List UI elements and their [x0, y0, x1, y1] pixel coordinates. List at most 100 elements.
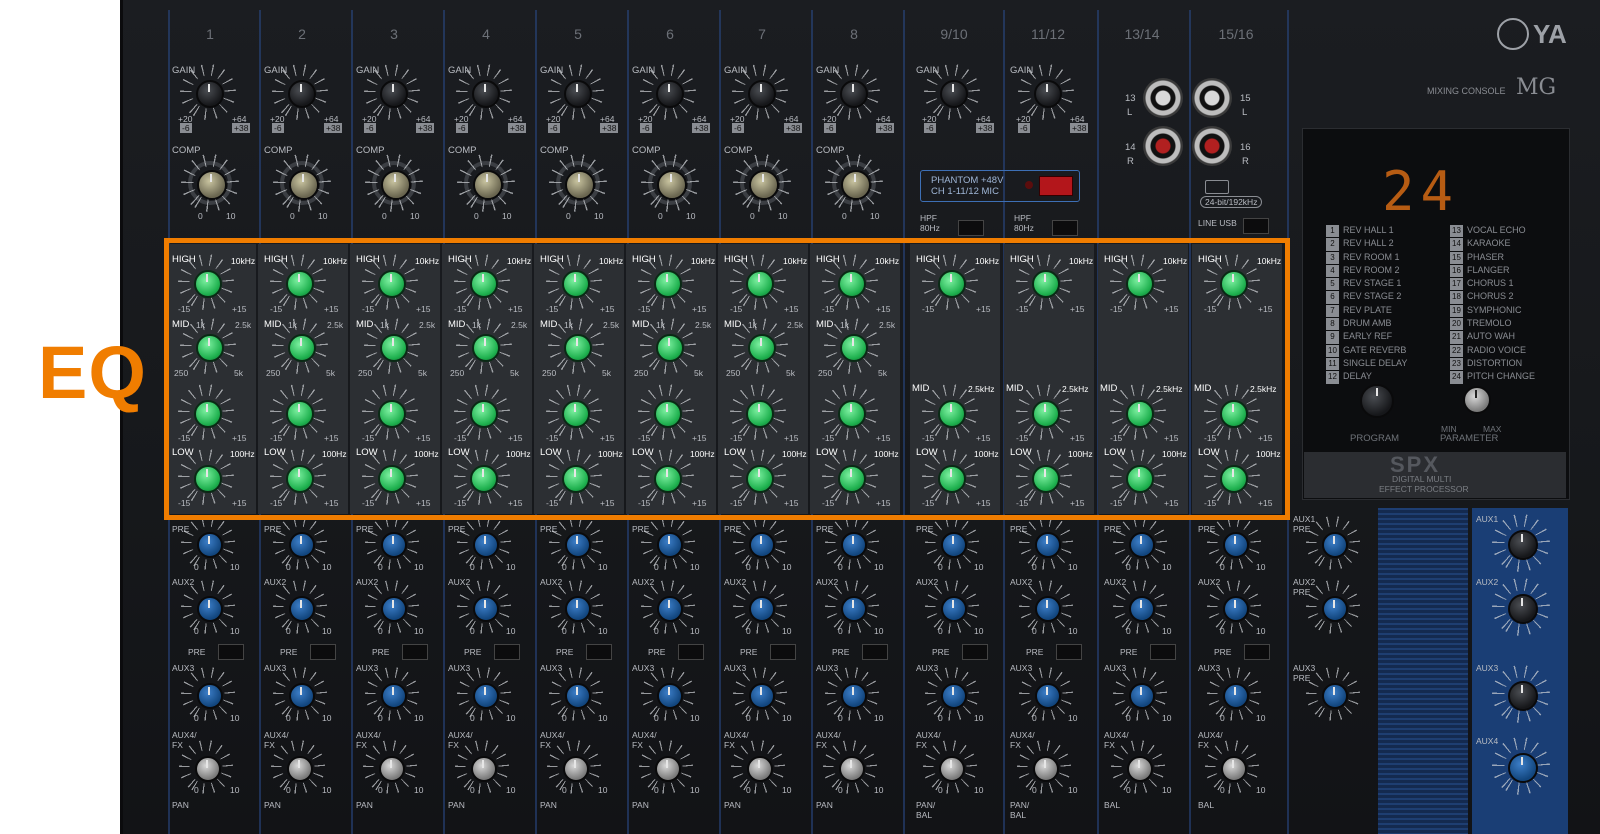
input-jack-14[interactable]	[1143, 126, 1183, 166]
master-aux2-knob[interactable]	[1322, 596, 1348, 622]
aux1-knob[interactable]	[473, 532, 499, 558]
aux2-knob[interactable]	[1129, 596, 1155, 622]
pre-switch[interactable]	[1244, 644, 1270, 660]
aux1-knob[interactable]	[381, 532, 407, 558]
input-jack-16[interactable]	[1192, 126, 1232, 166]
spx-program-item: 14 KARAOKE	[1450, 237, 1535, 251]
comp-knob[interactable]	[565, 170, 595, 200]
aux1-knob[interactable]	[749, 532, 775, 558]
aux3-knob[interactable]	[381, 683, 407, 709]
comp-knob[interactable]	[841, 170, 871, 200]
parameter-knob[interactable]	[1463, 386, 1491, 414]
comp-knob-pointer	[302, 174, 304, 182]
input-jack-15[interactable]	[1192, 78, 1232, 118]
gain-knob[interactable]	[748, 80, 776, 108]
pre-switch[interactable]	[1056, 644, 1082, 660]
aux3-knob[interactable]	[1223, 683, 1249, 709]
aux3-knob[interactable]	[565, 683, 591, 709]
aux3-knob[interactable]	[941, 683, 967, 709]
gain-knob[interactable]	[288, 80, 316, 108]
aux3-knob[interactable]	[841, 683, 867, 709]
aux4fx-knob[interactable]	[287, 756, 313, 782]
aux1-knob[interactable]	[1129, 532, 1155, 558]
input-jack-13[interactable]	[1143, 78, 1183, 118]
aux3-knob[interactable]	[473, 683, 499, 709]
pre-switch[interactable]	[962, 644, 988, 660]
aux3-knob[interactable]	[1129, 683, 1155, 709]
aux3-knob[interactable]	[289, 683, 315, 709]
program-knob[interactable]	[1360, 384, 1394, 418]
comp-knob[interactable]	[197, 170, 227, 200]
aux4fx-knob[interactable]	[1127, 756, 1153, 782]
pre-switch[interactable]	[402, 644, 428, 660]
pre-switch[interactable]	[862, 644, 888, 660]
aux4fx-knob[interactable]	[379, 756, 405, 782]
aux1-knob[interactable]	[197, 532, 223, 558]
aux1-knob[interactable]	[289, 532, 315, 558]
gain-knob[interactable]	[940, 80, 968, 108]
comp-knob[interactable]	[381, 170, 411, 200]
aux4fx-knob[interactable]	[563, 756, 589, 782]
comp-knob[interactable]	[657, 170, 687, 200]
pre-switch[interactable]	[678, 644, 704, 660]
aux4fx-knob[interactable]	[839, 756, 865, 782]
aux1-knob[interactable]	[565, 532, 591, 558]
aux2-knob[interactable]	[565, 596, 591, 622]
aux4fx-knob[interactable]	[747, 756, 773, 782]
comp-knob[interactable]	[473, 170, 503, 200]
send-aux4-knob[interactable]	[1508, 753, 1538, 783]
gain-knob[interactable]	[472, 80, 500, 108]
aux1-knob[interactable]	[941, 532, 967, 558]
gain-knob[interactable]	[564, 80, 592, 108]
aux2-knob[interactable]	[473, 596, 499, 622]
aux4fx-knob[interactable]	[1033, 756, 1059, 782]
aux2-knob[interactable]	[841, 596, 867, 622]
aux3-knob-pointer	[760, 687, 762, 695]
aux2-knob[interactable]	[289, 596, 315, 622]
gain-knob[interactable]	[196, 80, 224, 108]
pre-switch[interactable]	[1150, 644, 1176, 660]
master-aux3-knob[interactable]	[1322, 683, 1348, 709]
hpf-switch[interactable]	[958, 220, 984, 236]
gain-knob[interactable]	[840, 80, 868, 108]
master-aux1-knob[interactable]	[1322, 532, 1348, 558]
gain-knob[interactable]	[380, 80, 408, 108]
gain-knob[interactable]	[1034, 80, 1062, 108]
aux4fx-knob[interactable]	[195, 756, 221, 782]
aux1-knob[interactable]	[657, 532, 683, 558]
aux2-knob[interactable]	[941, 596, 967, 622]
send-aux1-knob[interactable]	[1508, 530, 1538, 560]
aux2-knob[interactable]	[197, 596, 223, 622]
aux1-knob[interactable]	[1035, 532, 1061, 558]
aux1-knob[interactable]	[1223, 532, 1249, 558]
aux4fx-knob[interactable]	[1221, 756, 1247, 782]
pre-switch[interactable]	[218, 644, 244, 660]
pre-switch[interactable]	[586, 644, 612, 660]
aux2-knob[interactable]	[749, 596, 775, 622]
pre-switch[interactable]	[770, 644, 796, 660]
aux3-knob[interactable]	[197, 683, 223, 709]
aux1-knob[interactable]	[841, 532, 867, 558]
gain-knob[interactable]	[656, 80, 684, 108]
aux2-knob[interactable]	[1035, 596, 1061, 622]
aux2-knob[interactable]	[657, 596, 683, 622]
hpf-switch[interactable]	[1052, 220, 1078, 236]
spx-program-name: REV ROOM 1	[1343, 251, 1400, 262]
aux2-knob[interactable]	[1223, 596, 1249, 622]
phantom-switch[interactable]	[1039, 176, 1073, 196]
aux3-knob[interactable]	[657, 683, 683, 709]
pre-switch[interactable]	[310, 644, 336, 660]
aux2-knob[interactable]	[381, 596, 407, 622]
send-aux2-knob[interactable]	[1508, 594, 1538, 624]
comp-knob[interactable]	[749, 170, 779, 200]
aux4fx-knob[interactable]	[939, 756, 965, 782]
jack-13-l: L	[1127, 107, 1133, 118]
send-aux3-knob[interactable]	[1508, 681, 1538, 711]
pre-switch[interactable]	[494, 644, 520, 660]
line-usb-switch[interactable]	[1243, 218, 1269, 234]
aux3-knob[interactable]	[1035, 683, 1061, 709]
aux4fx-knob[interactable]	[471, 756, 497, 782]
aux3-knob[interactable]	[749, 683, 775, 709]
aux4fx-knob[interactable]	[655, 756, 681, 782]
comp-knob[interactable]	[289, 170, 319, 200]
